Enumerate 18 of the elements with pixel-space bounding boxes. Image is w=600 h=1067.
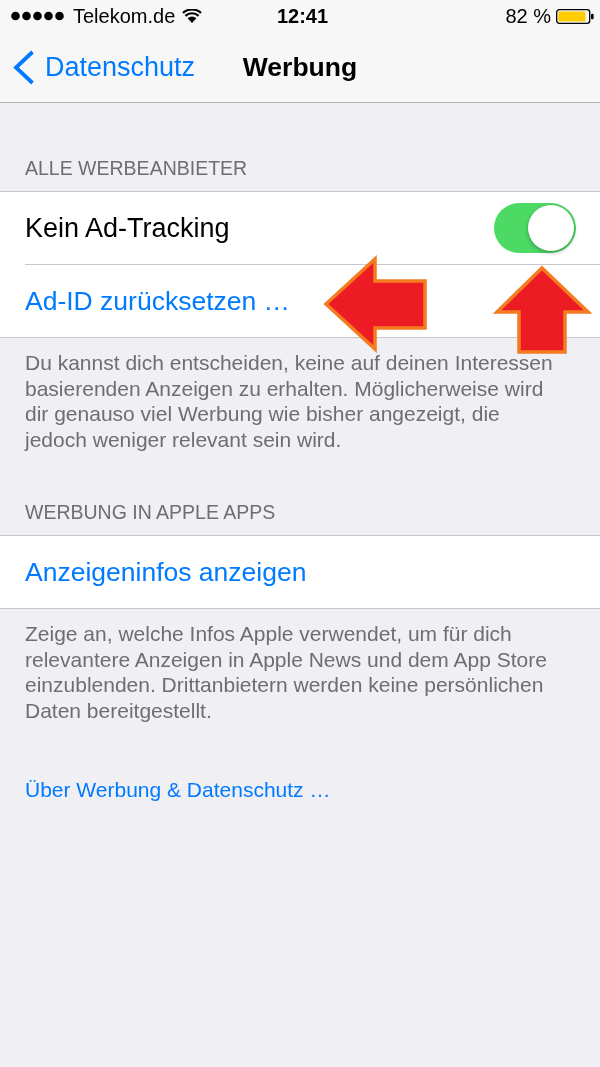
section-header: WERBUNG IN APPLE APPS: [25, 499, 276, 524]
screen-title: Werbung: [242, 51, 358, 83]
battery-icon: [556, 8, 594, 24]
wifi-icon: [182, 9, 203, 23]
row-label: Kein Ad-Tracking: [25, 212, 230, 244]
signal-strength-icon: [11, 11, 65, 21]
carrier-name: Telekom.de: [73, 4, 176, 29]
about-link[interactable]: Über Werbung & Datenschutz …: [25, 776, 331, 803]
clock-time: 12:41: [276, 4, 329, 29]
section-header: ALLE WERBEANBIETER: [25, 156, 248, 180]
chevron-left-icon: [13, 49, 35, 85]
back-button[interactable]: Datenschutz: [13, 49, 196, 85]
battery-percent: 82 %: [505, 4, 551, 29]
section-footer-text: Zeige an, welche Infos Apple verwendet, um für dich relevantere Anzeigen in Apple News und dem App Store einzublenden. Drittanbietern werden keine persönlichen Daten bereitgestellt.: [25, 620, 548, 724]
section-footer-text: Du kannst dich entscheiden, keine auf deinen Interessen basierenden Anzeigen zu erhalten. Möglicherweise wird dir genauso viel Werbung wie bisher angezeigt, die jedoch weniger relevant sein wird.: [25, 350, 554, 453]
action-link[interactable]: Ad-ID zurücksetzen …: [25, 285, 291, 317]
toggle-switch[interactable]: [494, 203, 576, 253]
action-link[interactable]: Anzeigeninfos anzeigen: [25, 555, 307, 588]
